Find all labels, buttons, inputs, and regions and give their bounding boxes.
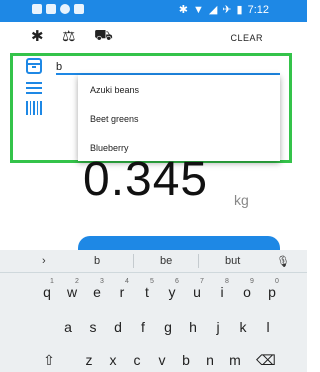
suggestion-divider — [198, 254, 199, 268]
airplane-icon: ✈ — [222, 4, 232, 16]
key-j[interactable]: j — [209, 319, 227, 335]
wifi-icon: ▼ — [192, 3, 204, 16]
expand-icon[interactable]: › — [42, 255, 46, 267]
weight-value: 0.345 — [83, 153, 209, 206]
notification-icons — [32, 4, 84, 14]
tare-icon[interactable]: ⛟ — [94, 27, 113, 46]
key-c[interactable]: c — [128, 352, 146, 368]
key-s[interactable]: s — [84, 319, 102, 335]
key-r[interactable]: r4 — [113, 278, 131, 300]
key-l[interactable]: l — [259, 319, 277, 335]
suggestion-divider — [133, 254, 134, 268]
key-x[interactable]: x — [104, 352, 122, 368]
key-f[interactable]: f — [134, 319, 152, 335]
clock: 7:12 — [247, 3, 269, 16]
clear-button[interactable]: CLEAR — [230, 33, 263, 43]
key-q[interactable]: q1 — [38, 278, 56, 300]
key-u[interactable]: u7 — [188, 278, 206, 300]
key-d[interactable]: d — [109, 319, 127, 335]
barcode-icon[interactable] — [25, 100, 43, 116]
keyboard-suggestion[interactable]: but — [225, 255, 240, 267]
soft-keyboard: › b be but 🎙 q1 w2 e3 r4 t5 y6 u7 i8 o9 … — [0, 250, 307, 372]
key-e[interactable]: e3 — [88, 278, 106, 300]
key-p[interactable]: p0 — [263, 278, 281, 300]
key-n[interactable]: n — [201, 352, 219, 368]
suggestion-item[interactable]: Beet greens — [90, 114, 139, 124]
key-b[interactable]: b — [177, 352, 195, 368]
video-notification-icon — [74, 4, 84, 14]
app-notification-icon — [60, 4, 70, 14]
bluetooth-status-icon: ✱ — [178, 4, 188, 16]
key-v[interactable]: v — [153, 352, 171, 368]
key-t[interactable]: t5 — [138, 278, 156, 300]
key-m[interactable]: m — [226, 352, 244, 368]
message-notification-icon — [46, 4, 56, 14]
toolbar: ✱ ⚖ ⛟ CLEAR — [0, 22, 307, 52]
key-w[interactable]: w2 — [63, 278, 81, 300]
backspace-key-icon[interactable]: ⌫ — [256, 352, 276, 369]
food-search-input[interactable] — [56, 60, 276, 74]
keyboard-suggestion[interactable]: b — [94, 255, 100, 267]
key-a[interactable]: a — [59, 319, 77, 335]
list-icon[interactable] — [25, 80, 43, 96]
gallery-notification-icon — [32, 4, 42, 14]
shift-key-icon[interactable]: ⇧ — [40, 352, 58, 369]
suggestion-item[interactable]: Azuki beans — [90, 85, 139, 95]
autocomplete-dropdown: Azuki beans Beet greens Blueberry — [78, 75, 280, 161]
key-k[interactable]: k — [234, 319, 252, 335]
key-i[interactable]: i8 — [213, 278, 231, 300]
key-o[interactable]: o9 — [238, 278, 256, 300]
bluetooth-icon[interactable]: ✱ — [31, 27, 44, 45]
status-bar: ✱ ▼ ◢ ✈ ▮ 7:12 — [0, 0, 307, 22]
food-box-icon[interactable] — [25, 58, 43, 74]
keyboard-suggestion[interactable]: be — [160, 255, 172, 267]
battery-icon: ▮ — [236, 4, 243, 16]
keyboard-suggestion-strip: › b be but 🎙 — [0, 250, 307, 273]
weight-unit: kg — [234, 192, 249, 208]
system-icons: ✱ ▼ ◢ ✈ ▮ 7:12 — [178, 3, 269, 17]
microphone-icon[interactable]: 🎙 — [276, 255, 290, 268]
signal-icon: ◢ — [208, 4, 218, 16]
key-g[interactable]: g — [159, 319, 177, 335]
key-h[interactable]: h — [184, 319, 202, 335]
key-y[interactable]: y6 — [163, 278, 181, 300]
key-z[interactable]: z — [80, 352, 98, 368]
scale-icon[interactable]: ⚖ — [62, 27, 75, 45]
